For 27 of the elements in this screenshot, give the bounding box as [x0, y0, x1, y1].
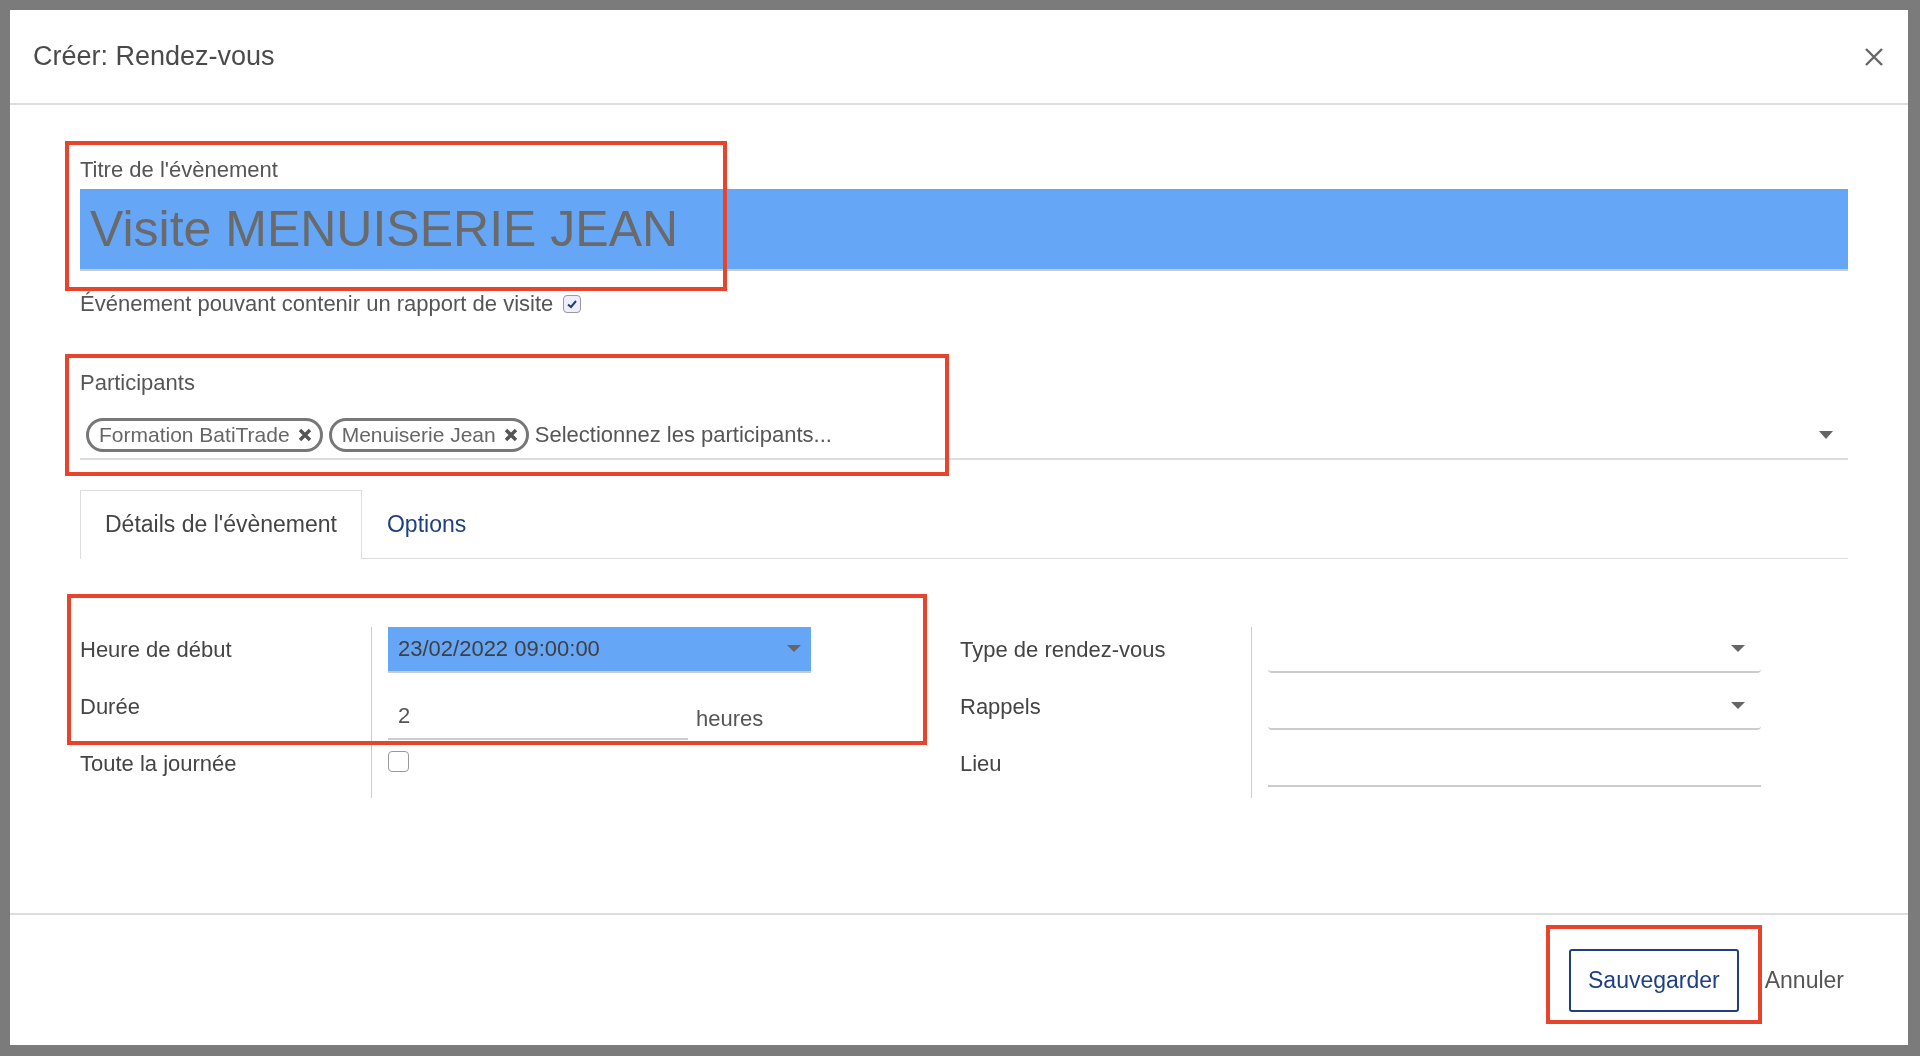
field-label: Rappels [960, 693, 1042, 721]
field-label: Titre de l'évènement [80, 157, 278, 183]
remove-icon[interactable] [503, 428, 518, 442]
close-icon[interactable] [1864, 46, 1884, 67]
cancel-button[interactable]: Annuler [1756, 950, 1852, 1010]
field-label: Durée [80, 693, 141, 721]
checkbox[interactable] [388, 751, 409, 772]
field-label: Participants [80, 370, 195, 396]
caret-icon[interactable] [1731, 645, 1745, 653]
checkbox-label: Événement pouvant contenir un rapport de visite [80, 291, 554, 317]
check-icon [566, 298, 579, 310]
field-label: Toute la journée [80, 750, 238, 778]
unit-label: heures [696, 706, 764, 732]
remove-icon[interactable] [297, 428, 312, 442]
tab[interactable]: Détails de l'évènement [80, 490, 362, 559]
field-label: Lieu [960, 750, 1003, 778]
tab[interactable]: Options [361, 490, 492, 558]
participant-tag[interactable]: Formation BatiTrade [86, 418, 323, 452]
caret-icon[interactable] [1731, 702, 1745, 710]
datetime-field[interactable]: 23/02/2022 09:00:00 [388, 627, 811, 673]
field-label: Heure de début [80, 636, 233, 664]
checkbox[interactable] [563, 295, 582, 313]
participant-tag[interactable]: Menuiserie Jean [328, 418, 529, 452]
save-button[interactable]: Sauvegarder [1569, 948, 1739, 1012]
caret-icon[interactable] [1818, 430, 1834, 440]
dialog-title: Créer: Rendez-vous [33, 41, 275, 72]
field-label: Type de rendez-vous [960, 636, 1167, 664]
